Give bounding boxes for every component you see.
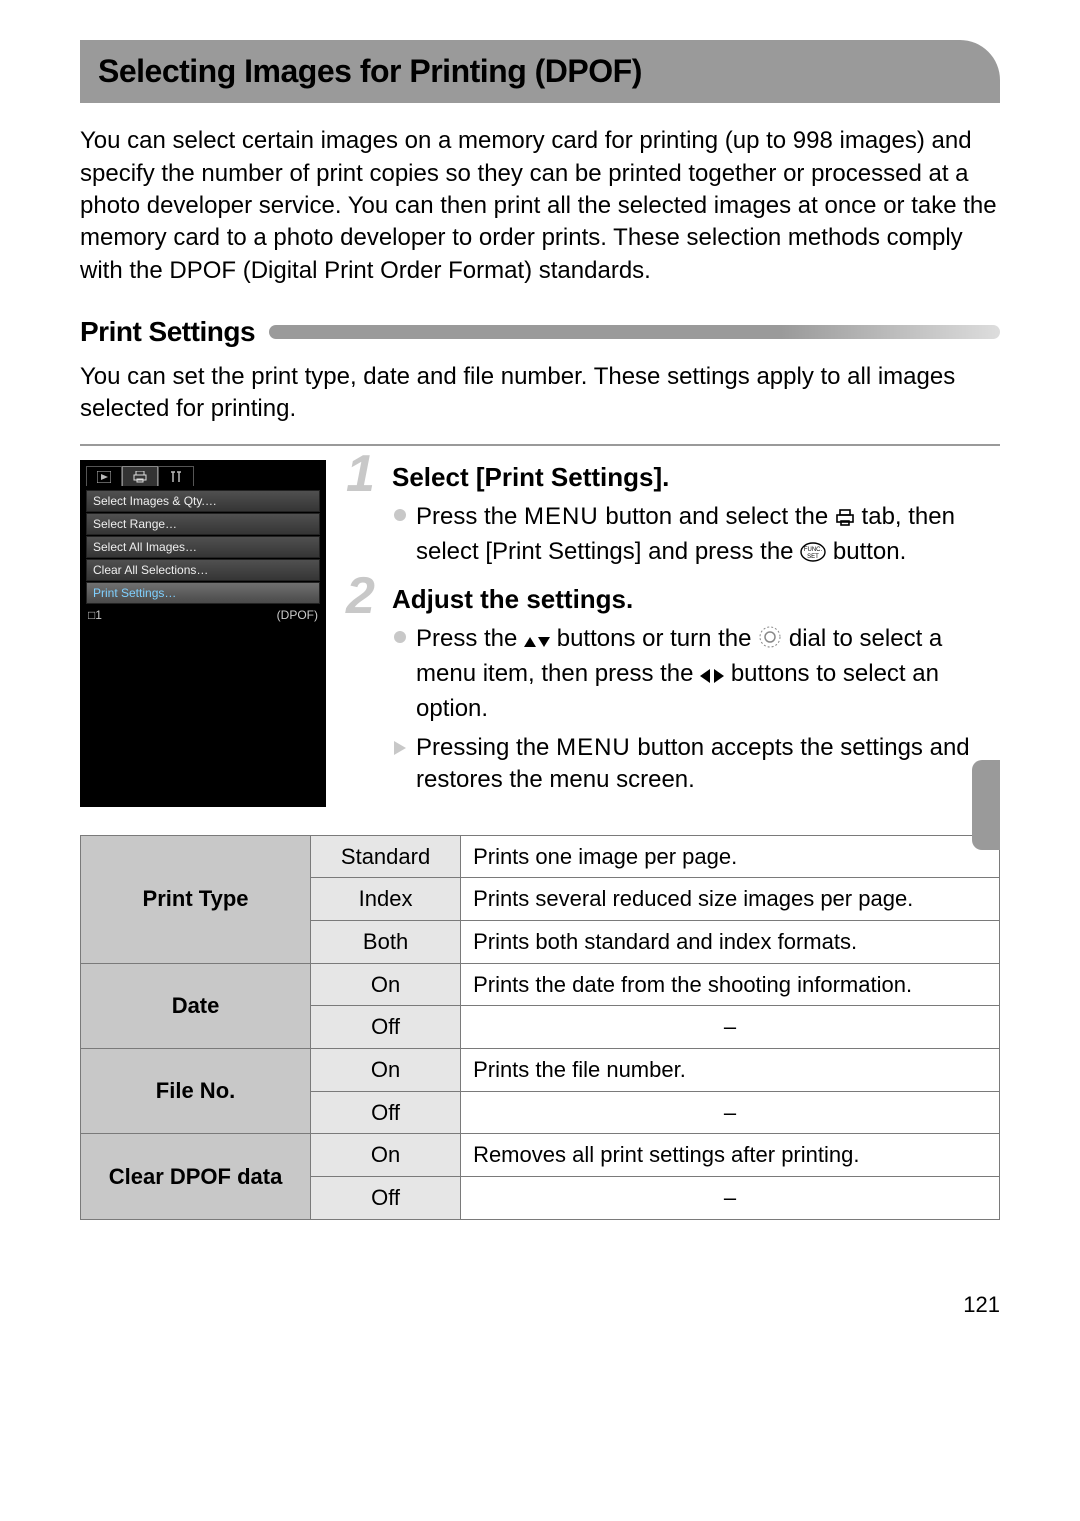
cam-tab-print — [122, 466, 158, 486]
table-option: Off — [311, 1177, 461, 1220]
table-desc: Prints one image per page. — [461, 835, 1000, 878]
table-row: File No.OnPrints the file number. — [81, 1049, 1000, 1092]
table-desc: Prints several reduced size images per p… — [461, 878, 1000, 921]
step-bullet: Press the MENU button and select the tab… — [392, 501, 1000, 572]
svg-text:SET: SET — [807, 554, 819, 560]
subtitle-desc: You can set the print type, date and fil… — [80, 361, 1000, 426]
table-category: Print Type — [81, 835, 311, 963]
left-right-buttons-icon — [700, 661, 724, 693]
subtitle-row: Print Settings — [80, 313, 1000, 351]
step-bullet: Pressing the MENU button accepts the set… — [392, 732, 1000, 797]
cam-menu-item: Select Images & Qty.… — [86, 490, 320, 512]
cam-menu-item: Clear All Selections… — [86, 559, 320, 581]
table-row: Print TypeStandardPrints one image per p… — [81, 835, 1000, 878]
step-heading: Adjust the settings. — [392, 582, 1000, 617]
page-number: 121 — [80, 1290, 1000, 1320]
cam-footer-right: (DPOF) — [277, 609, 318, 621]
step-number: 1 — [346, 448, 375, 500]
table-row: Clear DPOF dataOnRemoves all print setti… — [81, 1134, 1000, 1177]
step-number: 2 — [346, 570, 375, 622]
cam-menu-item: Select All Images… — [86, 536, 320, 558]
table-desc: Removes all print settings after printin… — [461, 1134, 1000, 1177]
control-dial-icon — [758, 625, 782, 658]
table-category: Date — [81, 963, 311, 1048]
table-desc: Prints both standard and index formats. — [461, 921, 1000, 964]
table-option: Standard — [311, 835, 461, 878]
camera-screenshot: Select Images & Qty.…Select Range…Select… — [80, 460, 326, 807]
table-desc: – — [461, 1006, 1000, 1049]
cam-tab-tools — [158, 466, 194, 486]
menu-button-icon: MENU — [524, 503, 599, 530]
menu-button-icon: MENU — [556, 734, 631, 761]
step-bullet: Press the buttons or turn the dial to se… — [392, 623, 1000, 726]
steps-list: 1Select [Print Settings].Press the MENU … — [352, 460, 1000, 807]
func-set-button-icon: FUNC.SET — [800, 539, 826, 571]
cam-menu-item: Print Settings… — [86, 582, 320, 604]
table-row: DateOnPrints the date from the shooting … — [81, 963, 1000, 1006]
page-title: Selecting Images for Printing (DPOF) — [98, 53, 642, 89]
side-tab-icon — [972, 760, 1000, 850]
table-option: On — [311, 1134, 461, 1177]
subtitle: Print Settings — [80, 313, 255, 351]
steps-block: Select Images & Qty.…Select Range…Select… — [80, 444, 1000, 807]
table-option: On — [311, 963, 461, 1006]
svg-text:FUNC.: FUNC. — [804, 547, 823, 553]
table-desc: – — [461, 1091, 1000, 1134]
step: 1Select [Print Settings].Press the MENU … — [352, 460, 1000, 572]
cam-tab-play — [86, 466, 122, 486]
table-desc: Prints the file number. — [461, 1049, 1000, 1092]
page-title-bar: Selecting Images for Printing (DPOF) — [80, 40, 1000, 103]
table-desc: Prints the date from the shooting inform… — [461, 963, 1000, 1006]
cam-menu-item: Select Range… — [86, 513, 320, 535]
step-heading: Select [Print Settings]. — [392, 460, 1000, 495]
table-category: Clear DPOF data — [81, 1134, 311, 1219]
table-option: On — [311, 1049, 461, 1092]
cam-footer-left: □1 — [88, 609, 102, 621]
table-option: Off — [311, 1091, 461, 1134]
table-desc: – — [461, 1177, 1000, 1220]
table-option: Index — [311, 878, 461, 921]
step: 2Adjust the settings.Press the buttons o… — [352, 582, 1000, 797]
table-option: Off — [311, 1006, 461, 1049]
print-tab-icon — [835, 504, 855, 536]
table-option: Both — [311, 921, 461, 964]
subtitle-bar-icon — [269, 325, 1000, 339]
up-down-buttons-icon — [524, 626, 550, 658]
intro-text: You can select certain images on a memor… — [80, 125, 1000, 287]
settings-table: Print TypeStandardPrints one image per p… — [80, 835, 1000, 1220]
table-category: File No. — [81, 1049, 311, 1134]
